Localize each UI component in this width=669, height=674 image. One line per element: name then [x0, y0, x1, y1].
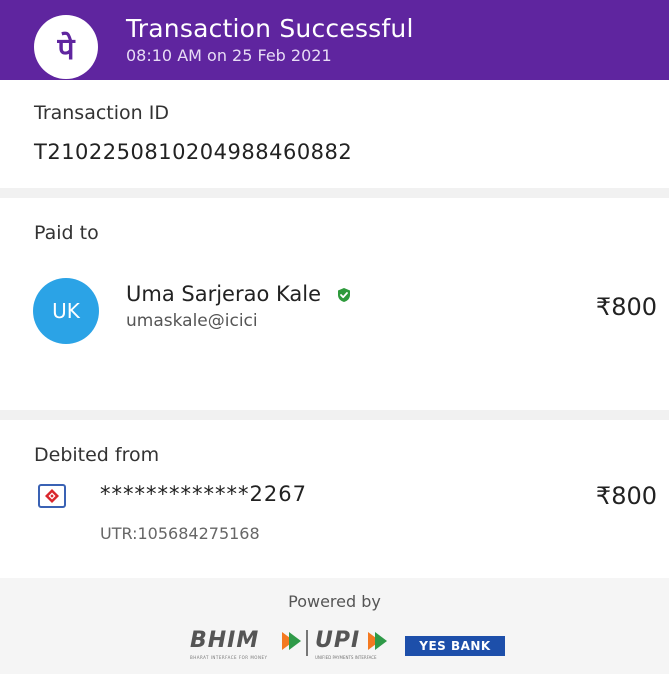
payee-upi-id: umaskale@icici: [126, 311, 258, 331]
powered-by-footer: Powered by BHIM BHARAT INTERFACE FOR MON…: [0, 578, 669, 674]
paid-to-label: Paid to: [34, 222, 99, 244]
payee-name[interactable]: Uma Sarjerao Kale: [126, 282, 352, 306]
debited-amount: ₹800: [595, 482, 657, 510]
bhim-tagline: BHARAT INTERFACE FOR MONEY: [190, 655, 268, 660]
upi-tagline: UNIFIED PAYMENTS INTERFACE: [315, 655, 377, 660]
section-divider: [0, 410, 669, 420]
payee-name-text: Uma Sarjerao Kale: [126, 282, 322, 306]
phonepe-logo-glyph: पे: [57, 31, 75, 67]
header-datetime: 08:10 AM on 25 Feb 2021: [126, 46, 332, 65]
verified-shield-icon: [337, 288, 350, 302]
bhim-logo: BHIM: [190, 628, 260, 653]
payee-avatar-initials: UK: [52, 299, 80, 323]
bank-diamond-icon: [45, 489, 59, 503]
header-title: Transaction Successful: [126, 14, 414, 43]
utr-number: UTR:105684275168: [100, 524, 260, 543]
upi-green-triangle-icon: [375, 632, 387, 650]
powered-by-text: Powered by: [288, 592, 381, 611]
bank-logo-icon: [38, 484, 66, 508]
yes-bank-logo: YES BANK: [405, 636, 505, 656]
debit-account-number: *************2267: [100, 482, 307, 506]
transaction-header: पे Transaction Successful 08:10 AM on 25…: [0, 0, 669, 80]
phonepe-logo: पे: [34, 15, 98, 79]
paid-amount: ₹800: [595, 293, 657, 321]
upi-logo: UPI: [315, 628, 361, 653]
payee-avatar[interactable]: UK: [33, 278, 99, 344]
section-divider: [0, 188, 669, 198]
debited-from-label: Debited from: [34, 444, 160, 466]
transaction-id-label: Transaction ID: [34, 102, 169, 124]
transaction-id-value: T2102250810204988460882: [34, 140, 353, 164]
bhim-green-triangle-icon: [289, 632, 301, 650]
logo-separator: [306, 630, 308, 656]
